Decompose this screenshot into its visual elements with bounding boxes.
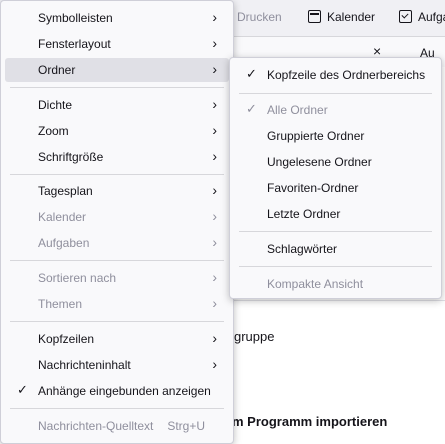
shortcut-label: Strg+U	[167, 419, 205, 433]
menu-item-label: Ungelesene Ordner	[267, 155, 372, 169]
menu-item-label: Sortieren nach	[38, 271, 117, 285]
menu-item-threads[interactable]: Themen ›	[5, 292, 229, 316]
chevron-right-icon: ›	[212, 61, 217, 77]
menu-item-label: Schriftgröße	[38, 150, 104, 164]
menu-item-calendar[interactable]: Kalender ›	[5, 205, 229, 229]
calendar-button[interactable]: Kalender	[308, 10, 375, 24]
group-text: gruppe	[234, 329, 275, 344]
menu-separator	[10, 174, 224, 175]
submenu-item-recent-folders[interactable]: Letzte Ordner	[234, 202, 437, 226]
chevron-right-icon: ›	[212, 234, 217, 250]
menu-item-label: Kopfzeile des Ordnerbereichs	[267, 68, 426, 82]
menu-item-sort-by[interactable]: Sortieren nach ›	[5, 266, 229, 290]
view-menu: Symbolleisten › Fensterlayout › Ordner ›…	[0, 0, 234, 444]
calendar-label: Kalender	[327, 10, 376, 24]
menu-separator	[10, 260, 224, 261]
chevron-right-icon: ›	[212, 330, 217, 346]
import-link[interactable]: m Programm importieren	[232, 414, 387, 429]
menu-separator	[10, 87, 224, 88]
chevron-right-icon: ›	[212, 148, 217, 164]
chevron-right-icon: ›	[212, 9, 217, 25]
menu-item-font-size[interactable]: Schriftgröße ›	[5, 145, 229, 169]
submenu-item-unread-folders[interactable]: Ungelesene Ordner	[234, 150, 437, 174]
submenu-item-favorite-folders[interactable]: Favoriten-Ordner	[234, 176, 437, 200]
menu-item-label: Kompakte Ansicht	[267, 277, 364, 291]
submenu-item-folder-pane-header[interactable]: ✓ Kopfzeile des Ordnerbereichs	[234, 63, 437, 87]
folders-submenu: ✓ Kopfzeile des Ordnerbereichs ✓ Alle Or…	[229, 57, 442, 299]
menu-item-zoom[interactable]: Zoom ›	[5, 119, 229, 143]
menu-item-density[interactable]: Dichte ›	[5, 93, 229, 117]
menu-item-label: Nachrichteninhalt	[38, 358, 131, 372]
chevron-right-icon: ›	[212, 356, 217, 372]
chevron-right-icon: ›	[212, 35, 217, 51]
menu-item-label: Fensterlayout	[38, 37, 111, 51]
menu-item-label: Tagesplan	[38, 184, 93, 198]
menu-item-attachments-inline[interactable]: ✓ Anhänge eingebunden anzeigen	[5, 379, 229, 403]
submenu-item-tags[interactable]: Schlagwörter	[234, 237, 437, 261]
menu-item-label: Letzte Ordner	[267, 207, 341, 221]
divider	[232, 300, 445, 301]
submenu-item-all-folders[interactable]: ✓ Alle Ordner	[234, 98, 437, 122]
tasks-icon	[399, 10, 412, 23]
menu-separator	[239, 231, 432, 232]
print-button[interactable]: Drucken	[237, 10, 282, 24]
menu-item-label: Schlagwörter	[267, 242, 338, 256]
menu-item-label: Anhänge eingebunden anzeigen	[38, 384, 211, 398]
check-icon: ✓	[17, 382, 28, 397]
menu-item-label: Ordner	[38, 63, 76, 77]
menu-item-label: Kopfzeilen	[38, 332, 95, 346]
check-icon: ✓	[246, 66, 257, 81]
menu-separator	[10, 408, 224, 409]
tasks-label: Aufga	[418, 10, 445, 24]
menu-item-today-pane[interactable]: Tagesplan ›	[5, 179, 229, 203]
submenu-item-grouped-folders[interactable]: Gruppierte Ordner	[234, 124, 437, 148]
menu-separator	[239, 266, 432, 267]
check-icon: ✓	[246, 101, 257, 116]
menu-item-headers[interactable]: Kopfzeilen ›	[5, 327, 229, 351]
menu-item-label: Zoom	[38, 124, 69, 138]
chevron-right-icon: ›	[212, 208, 217, 224]
chevron-right-icon: ›	[212, 122, 217, 138]
menu-item-label: Kalender	[38, 210, 87, 224]
menu-separator	[10, 321, 224, 322]
submenu-item-compact-view[interactable]: Kompakte Ansicht	[234, 272, 437, 296]
menu-item-label: Aufgaben	[38, 236, 90, 250]
menu-item-label: Favoriten-Ordner	[267, 181, 359, 195]
menu-item-label: Symbolleisten	[38, 11, 113, 25]
menu-item-tasks[interactable]: Aufgaben ›	[5, 231, 229, 255]
menu-item-toolbars[interactable]: Symbolleisten ›	[5, 6, 229, 30]
menu-item-label: Dichte	[38, 98, 73, 112]
menu-item-label: Themen	[38, 297, 83, 311]
menu-item-label: Gruppierte Ordner	[267, 129, 365, 143]
chevron-right-icon: ›	[212, 295, 217, 311]
chevron-right-icon: ›	[212, 269, 217, 285]
menu-item-message-source[interactable]: Nachrichten-Quelltext Strg+U	[5, 414, 229, 438]
menu-item-folders[interactable]: Ordner ›	[5, 58, 229, 82]
tasks-button[interactable]: Aufga	[399, 10, 445, 24]
menu-separator	[239, 93, 432, 94]
chevron-right-icon: ›	[212, 182, 217, 198]
menu-item-label: Nachrichten-Quelltext	[38, 419, 154, 433]
menu-item-label: Alle Ordner	[267, 103, 328, 117]
menu-item-message-body[interactable]: Nachrichteninhalt ›	[5, 353, 229, 377]
chevron-right-icon: ›	[212, 96, 217, 112]
calendar-icon	[308, 10, 321, 23]
menu-item-layout[interactable]: Fensterlayout ›	[5, 32, 229, 56]
